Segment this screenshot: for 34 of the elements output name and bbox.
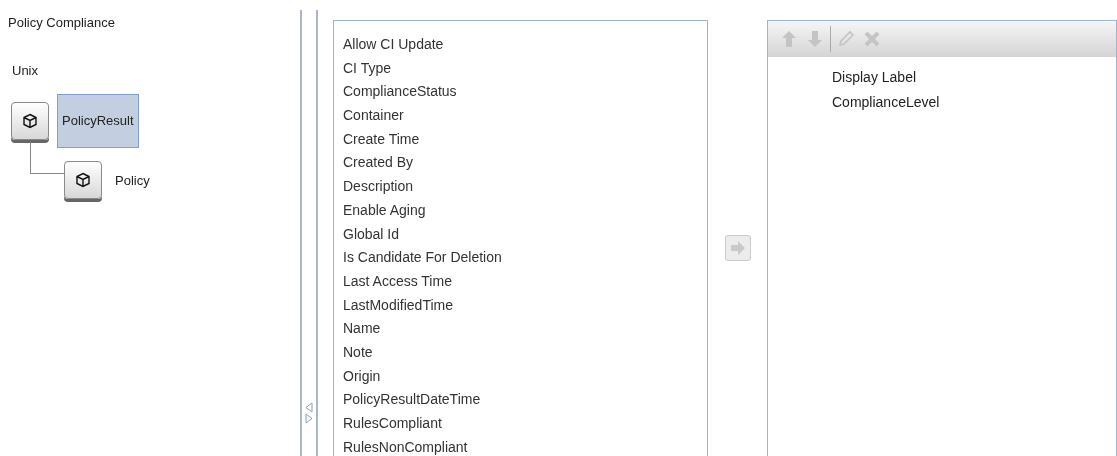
node-label[interactable]: PolicyResult <box>57 94 139 148</box>
up-arrow-icon <box>780 30 798 48</box>
attribute-item[interactable]: PolicyResultDateTime <box>343 388 707 412</box>
attribute-item[interactable]: LastModifiedTime <box>343 293 707 318</box>
attribute-item[interactable]: Enable Aging <box>343 198 707 223</box>
layout-item[interactable]: Display Label <box>832 65 1116 90</box>
right-arrow-icon <box>729 241 746 255</box>
attribute-item[interactable]: Origin <box>343 364 707 389</box>
attribute-item[interactable]: RulesNonCompliant <box>343 435 707 456</box>
tree-group-label[interactable]: Unix <box>12 60 300 80</box>
cube-icon <box>75 172 91 189</box>
attribute-item[interactable]: Name <box>343 317 707 341</box>
pencil-icon <box>837 30 855 48</box>
attribute-item[interactable]: Create Time <box>343 127 707 152</box>
tree-title: Policy Compliance <box>8 14 116 32</box>
attribute-item[interactable]: Created By <box>343 151 707 176</box>
collapse-arrows-icon[interactable] <box>305 402 313 424</box>
cube-icon <box>22 112 38 129</box>
down-arrow-icon <box>806 30 824 48</box>
attribute-item[interactable]: Is Candidate For Deletion <box>343 246 707 270</box>
attribute-item[interactable]: Allow CI Update <box>343 33 707 57</box>
attribute-item[interactable]: Note <box>343 340 707 365</box>
layout-item[interactable]: ComplianceLevel <box>832 90 1116 115</box>
attribute-item[interactable]: CI Type <box>343 56 707 81</box>
close-icon <box>863 30 881 48</box>
attribute-item[interactable]: Container <box>343 104 707 128</box>
node-icon-button[interactable] <box>11 101 49 140</box>
attribute-item[interactable]: Global Id <box>343 222 707 247</box>
node-icon-button[interactable] <box>64 161 102 200</box>
attribute-item[interactable]: RulesCompliant <box>343 412 707 436</box>
attribute-item[interactable]: ComplianceStatus <box>343 80 707 105</box>
attribute-item[interactable]: Last Access Time <box>343 269 707 294</box>
node-label[interactable]: Policy <box>110 153 155 207</box>
attribute-item[interactable]: Description <box>343 175 707 199</box>
